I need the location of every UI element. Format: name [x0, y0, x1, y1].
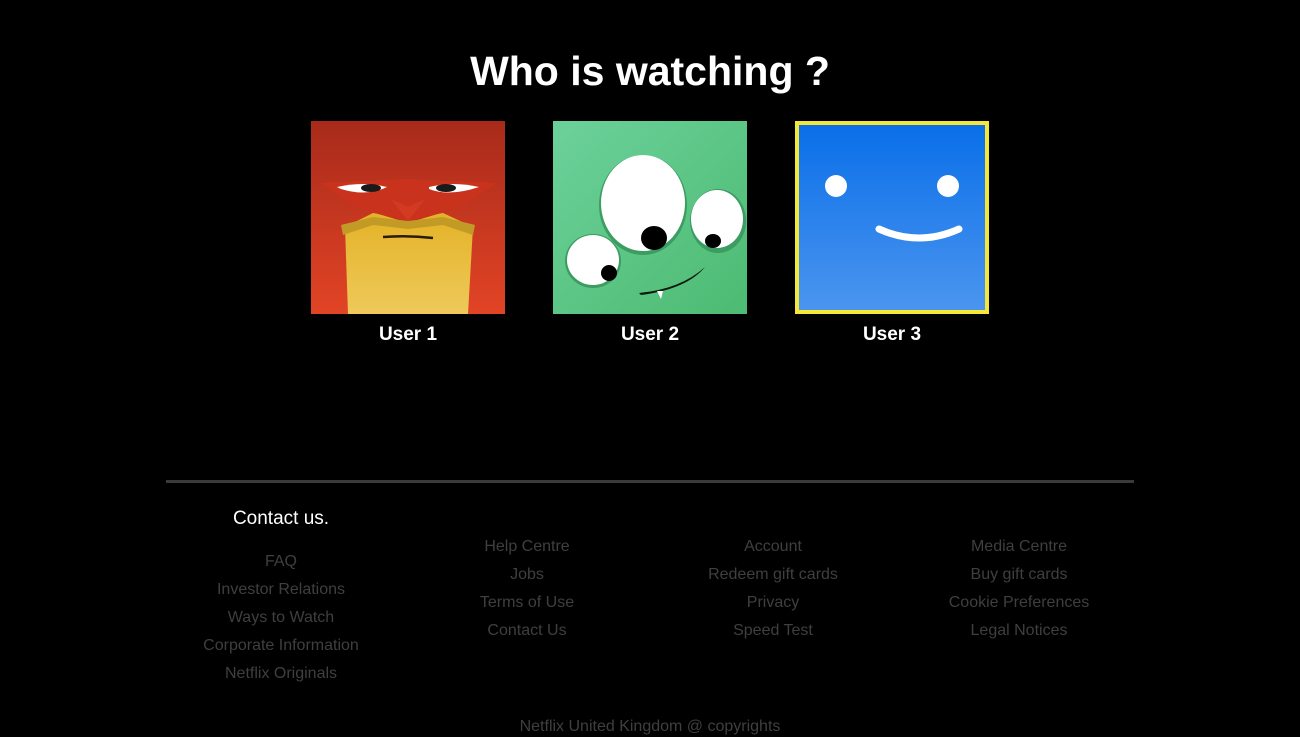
- footer-column-contact: Contact us. FAQ Investor Relations Ways …: [161, 508, 401, 688]
- footer-link-redeem-gift-cards[interactable]: Redeem gift cards: [653, 561, 893, 589]
- footer-link-terms-of-use[interactable]: Terms of Use: [407, 589, 647, 617]
- profile-user-1[interactable]: User 1: [311, 121, 505, 346]
- footer-link-help-centre[interactable]: Help Centre: [407, 533, 647, 561]
- copyright-text: Netflix United Kingdom @ copyrights: [519, 718, 781, 735]
- footer-column-media: Media Centre Buy gift cards Cookie Prefe…: [899, 533, 1139, 645]
- profile-selection-page: Who is watching ? User 1 User 2 User 3 C…: [0, 0, 1300, 737]
- profile-name: User 3: [862, 324, 922, 345]
- profile-user-2[interactable]: User 2: [553, 121, 747, 346]
- footer-link-ways-to-watch[interactable]: Ways to Watch: [161, 604, 401, 632]
- footer-link-speed-test[interactable]: Speed Test: [653, 617, 893, 645]
- footer-column-account: Account Redeem gift cards Privacy Speed …: [653, 533, 893, 645]
- profile-user-3[interactable]: User 3: [795, 121, 989, 346]
- footer-link-media-centre[interactable]: Media Centre: [899, 533, 1139, 561]
- footer-link-jobs[interactable]: Jobs: [407, 561, 647, 589]
- footer-link-netflix-originals[interactable]: Netflix Originals: [161, 660, 401, 688]
- footer-link-faq[interactable]: FAQ: [161, 548, 401, 576]
- footer-link-cookie-preferences[interactable]: Cookie Preferences: [899, 589, 1139, 617]
- footer-link-buy-gift-cards[interactable]: Buy gift cards: [899, 561, 1139, 589]
- profile-name: User 1: [378, 324, 438, 345]
- green-three-eyed-monster-icon[interactable]: [553, 121, 747, 314]
- footer-column-help: Help Centre Jobs Terms of Use Contact Us: [407, 533, 647, 645]
- footer-link-account[interactable]: Account: [653, 533, 893, 561]
- profile-name: User 2: [620, 324, 680, 345]
- footer-link-contact-us[interactable]: Contact Us: [407, 617, 647, 645]
- footer-link-investor-relations[interactable]: Investor Relations: [161, 576, 401, 604]
- angry-red-face-icon[interactable]: [311, 121, 505, 314]
- contact-heading: Contact us.: [232, 508, 330, 529]
- footer-link-legal-notices[interactable]: Legal Notices: [899, 617, 1139, 645]
- page-title: Who is watching ?: [470, 48, 830, 94]
- footer-link-privacy[interactable]: Privacy: [653, 589, 893, 617]
- footer-link-corporate-information[interactable]: Corporate Information: [161, 632, 401, 660]
- footer-divider: [166, 480, 1134, 483]
- blue-smiley-face-icon[interactable]: [795, 121, 989, 314]
